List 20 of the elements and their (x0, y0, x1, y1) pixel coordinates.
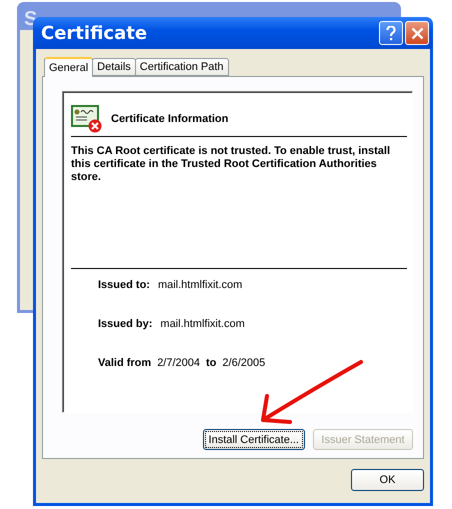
field-label: to (206, 357, 216, 369)
tab[interactable]: Certification Path (134, 58, 229, 76)
field-label: Issued to: (98, 279, 150, 291)
close-icon (410, 26, 424, 40)
field-value: 2/6/2005 (222, 357, 266, 369)
question-mark-icon (386, 26, 396, 40)
close-button[interactable] (405, 21, 429, 45)
field-value: 2/7/2004 (157, 357, 200, 369)
trust-message: This CA Root certificate is not trusted. To enable trust, install this certificate in the Trusted Root Certification Authorities store. (71, 145, 392, 185)
field-value: mail.htmlfixit.com (158, 279, 242, 291)
field-label: Issued by: (98, 318, 152, 330)
field-value: mail.htmlfixit.com (160, 318, 245, 330)
install-button[interactable]: Install Certificate... (202, 429, 305, 450)
ok-button[interactable]: OK (351, 469, 424, 491)
window-title: Certificate (41, 22, 148, 44)
help-button[interactable] (379, 21, 403, 45)
field-label: Valid from (98, 357, 152, 369)
tab[interactable]: General (44, 57, 94, 77)
section-heading: Certificate Information (111, 113, 228, 125)
tab[interactable]: Details (92, 58, 136, 76)
